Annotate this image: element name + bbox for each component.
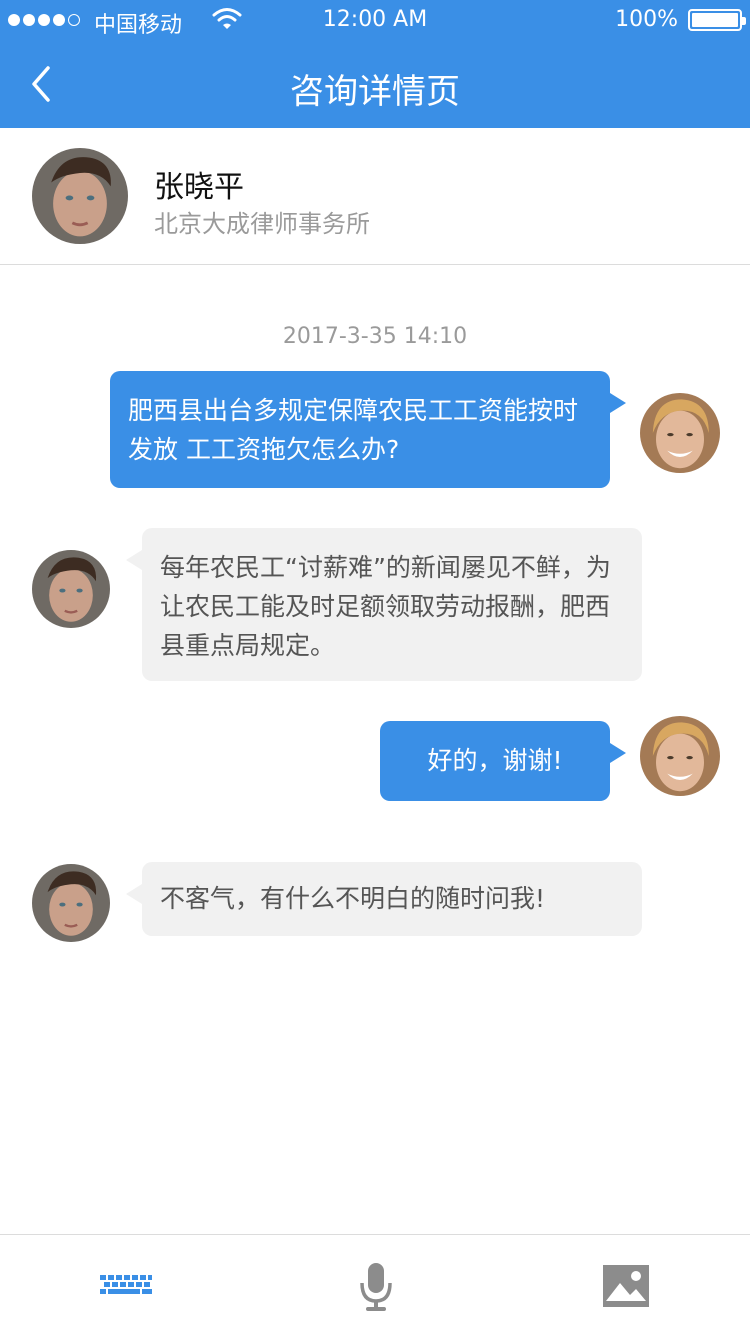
lawyer-avatar[interactable] <box>32 550 110 628</box>
chat-timestamp: 2017-3-35 14:10 <box>282 324 468 349</box>
keyboard-icon[interactable] <box>96 1261 156 1313</box>
battery-icon <box>688 9 746 31</box>
user-avatar[interactable] <box>640 716 720 796</box>
microphone-icon[interactable] <box>346 1261 406 1313</box>
lawyer-avatar[interactable] <box>32 148 128 244</box>
lawyer-card[interactable]: 张晓平 北京大成律师事务所 <box>0 128 750 265</box>
navigation-bar: 咨询详情页 <box>0 40 750 128</box>
battery-percent: 100% <box>615 7 678 32</box>
message-bubble-outgoing[interactable]: 肥西县出台多规定保障农民工工资能按时发放 工工资拖欠怎么办? <box>110 371 626 488</box>
image-icon[interactable] <box>596 1261 656 1313</box>
message-text: 好的，谢谢! <box>427 746 563 775</box>
lawyer-name: 张晓平 <box>154 170 244 205</box>
status-bar: 中国移动 12:00 AM 100% <box>0 0 750 40</box>
lawyer-firm: 北京大成律师事务所 <box>154 210 370 238</box>
input-toolbar <box>0 1234 750 1334</box>
page-title: 咨询详情页 <box>290 72 460 112</box>
message-bubble-incoming[interactable]: 不客气，有什么不明白的随时问我! <box>126 862 642 936</box>
message-text: 肥西县出台多规定保障农民工工资能按时发放 工工资拖欠怎么办? <box>128 396 579 464</box>
user-avatar[interactable] <box>640 393 720 473</box>
message-bubble-outgoing[interactable]: 好的，谢谢! <box>380 721 626 801</box>
message-text: 不客气，有什么不明白的随时问我! <box>160 884 546 913</box>
message-text: 每年农民工“讨薪难”的新闻屡见不鲜，为让农民工能及时足额领取劳动报酬，肥西县重点… <box>160 553 611 660</box>
message-bubble-incoming[interactable]: 每年农民工“讨薪难”的新闻屡见不鲜，为让农民工能及时足额领取劳动报酬，肥西县重点… <box>126 528 642 681</box>
lawyer-avatar[interactable] <box>32 864 110 942</box>
